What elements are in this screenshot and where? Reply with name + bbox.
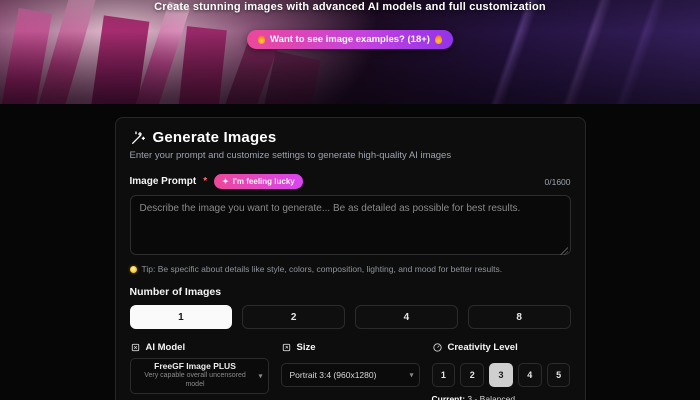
- count-option-2[interactable]: 2: [242, 305, 345, 329]
- image-count-group: 1 2 4 8: [129, 305, 571, 329]
- creativity-option-4[interactable]: 4: [517, 363, 542, 387]
- feeling-lucky-button[interactable]: ✦ I'm feeling lucky: [214, 174, 303, 189]
- creativity-option-2[interactable]: 2: [460, 363, 485, 387]
- page-title: Generate Images: [152, 129, 277, 146]
- size-selected-value: Portrait 3:4 (960x1280): [289, 370, 377, 380]
- size-select[interactable]: Portrait 3:4 (960x1280) ▾: [280, 363, 420, 387]
- frame-icon: [282, 343, 290, 352]
- creativity-level-group: 1 2 3 4 5: [431, 363, 571, 387]
- page-background: Generate Images Enter your prompt and cu…: [0, 117, 700, 400]
- dice-sparkle-icon: ✦: [222, 176, 229, 186]
- hero-vignette: [0, 0, 700, 104]
- size-label: Size: [296, 342, 316, 353]
- count-option-8[interactable]: 8: [467, 305, 571, 329]
- image-prompt-label: Image Prompt: [129, 176, 197, 187]
- chevron-down-icon: ▾: [409, 370, 414, 380]
- prompt-tip: Tip: Be specific about details like styl…: [141, 264, 503, 274]
- image-examples-button-label: Want to see image examples? (18+): [270, 34, 430, 45]
- ai-model-selected-desc: Very capable overall uncensored model: [144, 372, 246, 388]
- hero-tagline: Create stunning images with advanced AI …: [154, 1, 546, 13]
- ai-model-selected-name: FreeGF Image PLUS: [154, 361, 236, 371]
- fire-icon: [434, 35, 442, 44]
- prompt-input[interactable]: [129, 195, 571, 255]
- image-examples-button[interactable]: Want to see image examples? (18+): [247, 30, 453, 49]
- fire-icon: [258, 35, 266, 44]
- creativity-option-1[interactable]: 1: [431, 363, 456, 387]
- lightbulb-icon: [129, 265, 137, 273]
- count-option-4[interactable]: 4: [355, 305, 458, 329]
- chevron-down-icon: ▾: [258, 371, 263, 381]
- ai-model-label: AI Model: [145, 342, 186, 353]
- creativity-current-label: Current:: [431, 394, 466, 400]
- ai-model-section: AI Model FreeGF Image PLUS Very capable …: [129, 342, 269, 400]
- creativity-current-value: 3 - Balanced: [465, 394, 516, 400]
- creativity-option-3[interactable]: 3: [489, 363, 513, 387]
- count-option-1[interactable]: 1: [129, 305, 233, 329]
- number-of-images-label: Number of Images: [129, 286, 222, 298]
- char-counter: 0/1600: [544, 176, 571, 187]
- feeling-lucky-label: I'm feeling lucky: [232, 177, 295, 186]
- creativity-current: Current: 3 - Balanced: [432, 394, 571, 400]
- gauge-icon: [432, 343, 442, 352]
- hero-banner: Create stunning images with advanced AI …: [0, 0, 700, 104]
- creativity-section: Creativity Level 1 2 3 4 5 Current: 3 - …: [431, 342, 571, 400]
- resize-handle[interactable]: [559, 247, 568, 255]
- magic-wand-icon: [131, 130, 145, 144]
- required-asterisk: *: [203, 176, 208, 187]
- chip-icon: [131, 343, 139, 352]
- size-section: Size Portrait 3:4 (960x1280) ▾: [280, 342, 420, 400]
- page-subtitle: Enter your prompt and customize settings…: [129, 150, 452, 161]
- creativity-level-label: Creativity Level: [447, 342, 518, 353]
- ai-model-select[interactable]: FreeGF Image PLUS Very capable overall u…: [129, 358, 269, 394]
- generate-images-card: Generate Images Enter your prompt and cu…: [114, 117, 586, 400]
- creativity-option-5[interactable]: 5: [546, 363, 571, 387]
